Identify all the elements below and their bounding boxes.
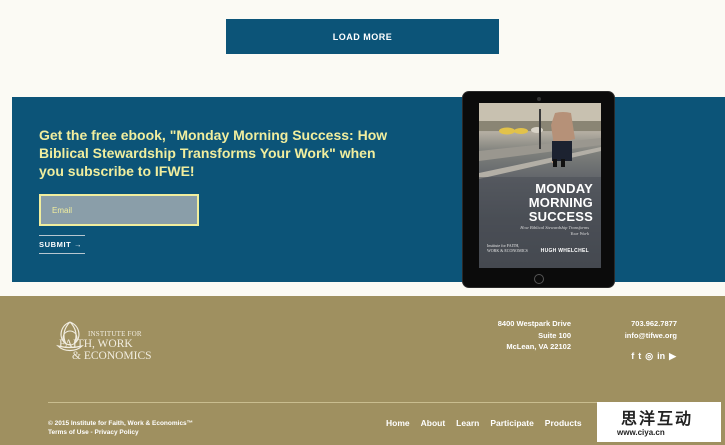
footer-contact: 703.962.7877 info@tifwe.org — [625, 318, 677, 341]
watermark: 思洋互动 www.ciya.cn — [597, 402, 721, 442]
privacy-link[interactable]: Privacy Policy — [94, 429, 138, 436]
ebook-author: HUGH WHELCHEL — [540, 248, 589, 254]
terms-link[interactable]: Terms of Use — [48, 429, 89, 436]
address-line3: McLean, VA 22102 — [506, 342, 571, 351]
ebook-cover: MONDAY MORNING SUCCESS How Biblical Stew… — [479, 103, 601, 268]
phone-link[interactable]: 703.962.7877 — [625, 318, 677, 330]
ebook-title: MONDAY MORNING SUCCESS — [528, 181, 593, 224]
logo-text-line1: INSTITUTE FOR — [88, 330, 142, 338]
social-links: f t ◎ in ▶ — [631, 351, 676, 361]
twitter-icon[interactable]: t — [638, 351, 641, 361]
footer-divider — [48, 402, 677, 403]
promo-heading: Get the free ebook, "Monday Morning Succ… — [39, 127, 388, 179]
footer-nav-participate[interactable]: Participate — [490, 418, 533, 428]
tablet-camera — [537, 97, 541, 101]
footer-nav-products[interactable]: Products — [545, 418, 582, 428]
copyright-block: © 2015 Institute for Faith, Work & Econo… — [48, 419, 193, 437]
footer-nav-home[interactable]: Home — [386, 418, 410, 428]
watermark-url: www.ciya.cn — [617, 428, 665, 437]
email-field[interactable] — [39, 194, 199, 226]
logo-text-line3: & ECONOMICS — [72, 350, 152, 362]
youtube-icon[interactable]: ▶ — [669, 351, 676, 361]
ebook-subtitle: How Biblical Stewardship Transforms Your… — [520, 225, 589, 236]
address-line1: 8400 Westpark Drive — [497, 319, 571, 328]
facebook-icon[interactable]: f — [631, 351, 634, 361]
linkedin-icon[interactable]: in — [657, 351, 665, 361]
submit-button[interactable]: SUBMIT → — [39, 235, 85, 254]
address-line2: Suite 100 — [538, 330, 571, 340]
load-more-button[interactable]: LOAD MORE — [226, 19, 499, 54]
ifwe-logo[interactable]: INSTITUTE FOR FAITH, WORK & ECONOMICS — [52, 320, 172, 366]
ebook-publisher-logo: Institute for FAITH, WORK & ECONOMICS — [487, 243, 528, 253]
footer-nav: Home About Learn Participate Products — [386, 418, 582, 428]
footer-nav-about[interactable]: About — [421, 418, 446, 428]
copyright-text: © 2015 Institute for Faith, Work & Econo… — [48, 420, 194, 427]
ebook-promo-banner: Get the free ebook, "Monday Morning Succ… — [12, 97, 725, 282]
ebook-tablet-image: MONDAY MORNING SUCCESS How Biblical Stew… — [462, 91, 615, 288]
instagram-icon[interactable]: ◎ — [645, 351, 653, 361]
footer-address: 8400 Westpark Drive Suite 100 McLean, VA… — [498, 318, 571, 353]
logo-text-line2: FAITH, WORK — [59, 338, 133, 350]
watermark-text: 思洋互动 — [621, 411, 694, 428]
footer-nav-learn[interactable]: Learn — [456, 418, 479, 428]
tablet-home-button — [534, 274, 544, 284]
email-link[interactable]: info@tifwe.org — [625, 330, 677, 342]
